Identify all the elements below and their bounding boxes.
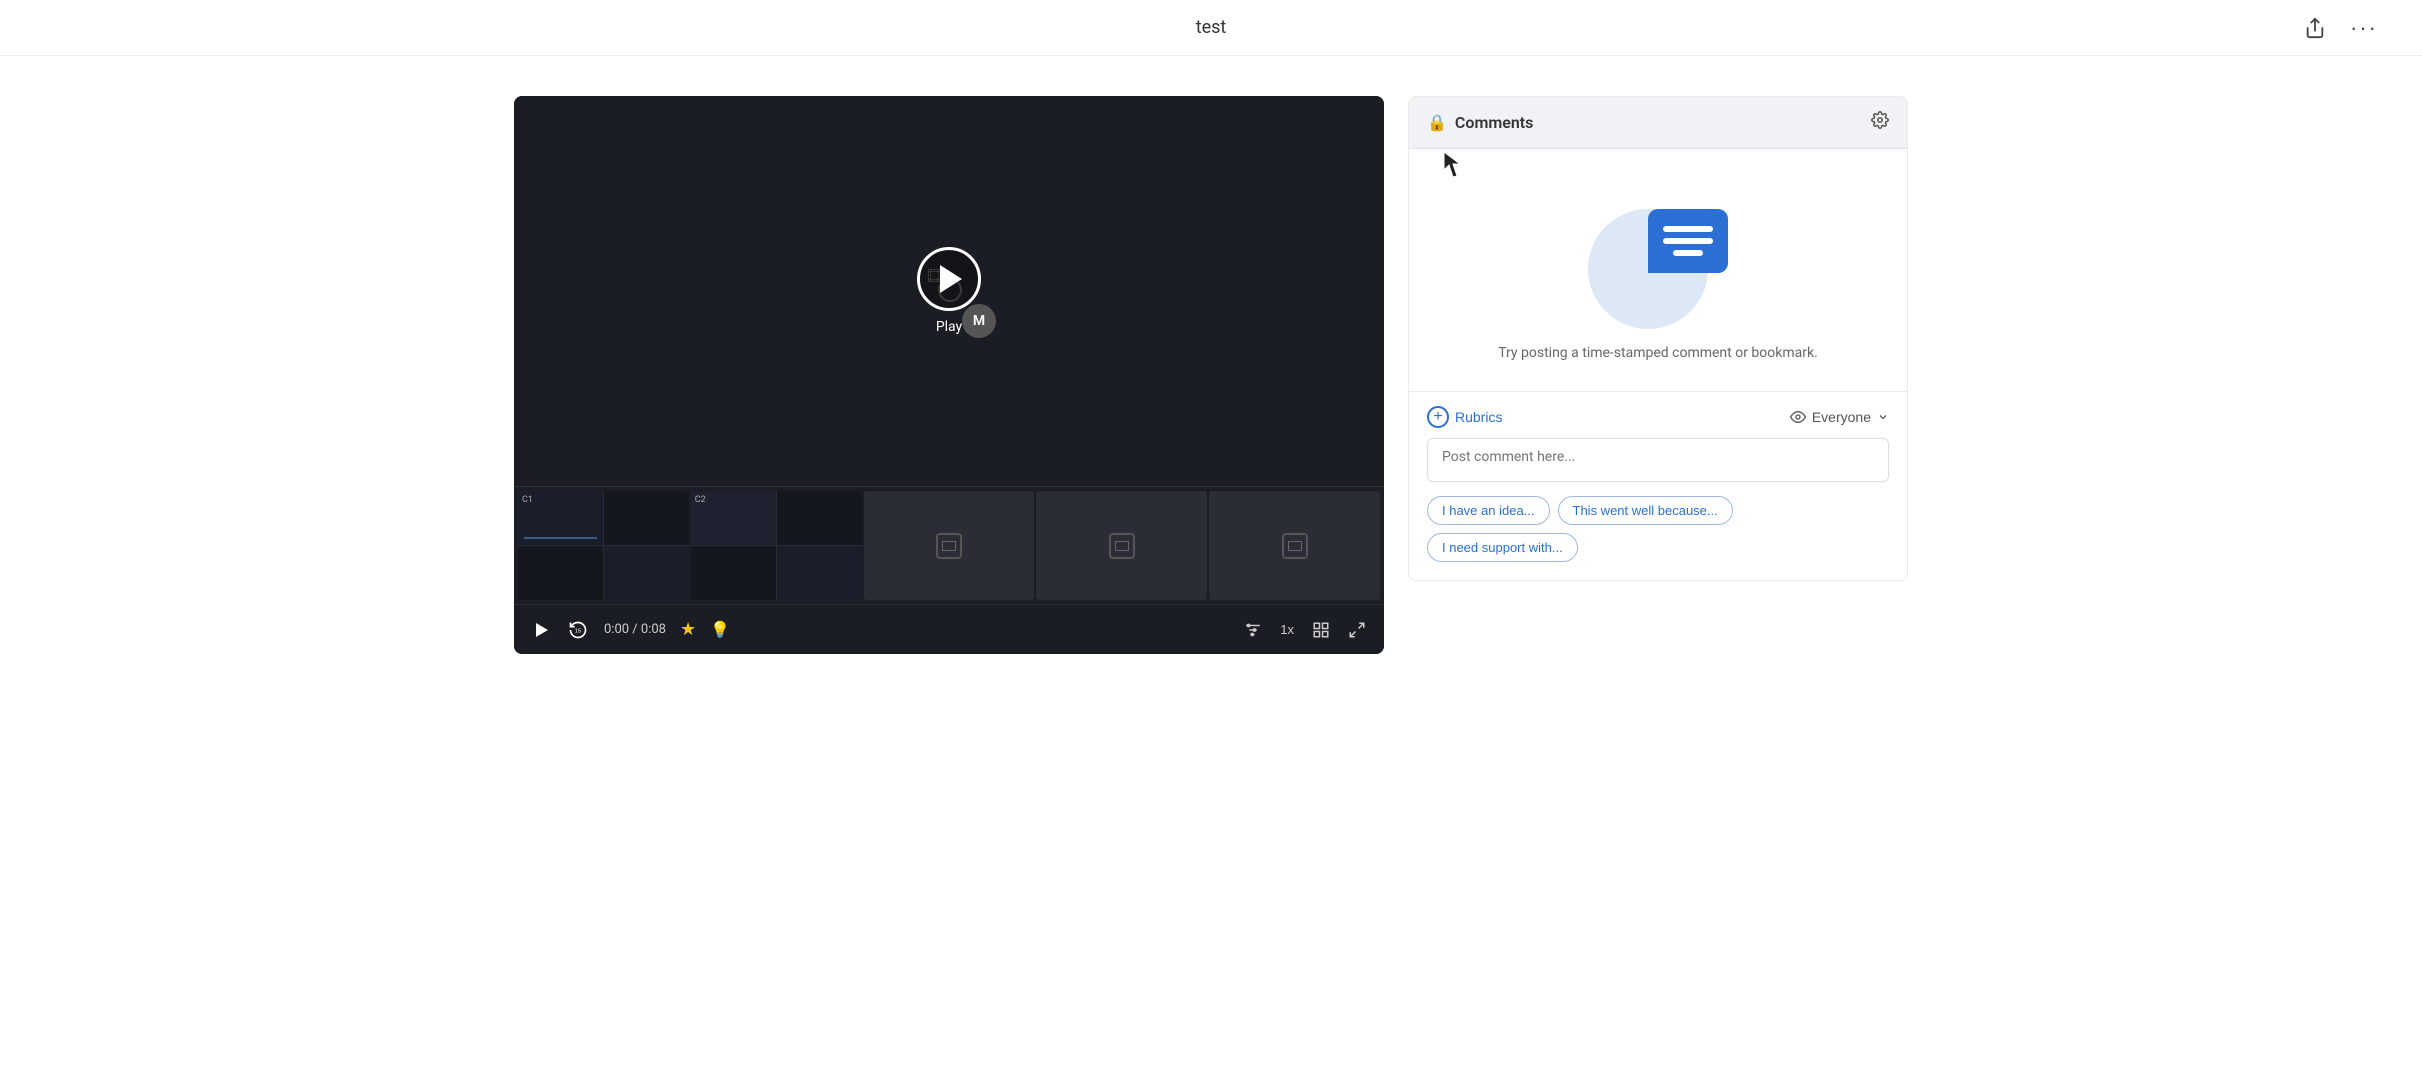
settings-button[interactable] bbox=[1242, 619, 1264, 641]
lock-icon: 🔒 bbox=[1427, 113, 1447, 132]
thumb-cell-2 bbox=[604, 491, 689, 545]
fullscreen-button[interactable] bbox=[1346, 619, 1368, 641]
comments-input-area: + Rubrics Everyone I have an idea... bbox=[1409, 391, 1907, 580]
comments-settings-button[interactable] bbox=[1871, 111, 1889, 134]
thumb-cell-6 bbox=[777, 491, 862, 545]
visibility-button[interactable]: Everyone bbox=[1790, 409, 1889, 425]
page-title: test bbox=[1196, 17, 1227, 38]
comments-title: 🔒 Comments bbox=[1427, 113, 1533, 132]
play-label: Play bbox=[936, 319, 962, 335]
bubble-line-3 bbox=[1673, 250, 1703, 256]
thumb-item-4[interactable] bbox=[1036, 491, 1207, 600]
thumb-cell-3 bbox=[518, 546, 603, 600]
dots-icon: ··· bbox=[2350, 15, 2378, 41]
thumb-grid-1: C1 bbox=[518, 491, 689, 600]
comment-input[interactable] bbox=[1427, 438, 1889, 482]
thumb-item-2[interactable]: C2 bbox=[691, 491, 862, 600]
video-controls: 15 0:00 / 0:08 ★ 💡 1x bbox=[514, 604, 1384, 654]
thumb-cell-5: C2 bbox=[691, 491, 776, 545]
plus-icon: + bbox=[1427, 406, 1449, 428]
quick-support-button[interactable]: I need support with... bbox=[1427, 533, 1578, 562]
comments-toolbar: + Rubrics Everyone bbox=[1427, 406, 1889, 428]
svg-text:15: 15 bbox=[575, 628, 581, 634]
thumb-item-1[interactable]: C1 bbox=[518, 491, 689, 600]
header: test ··· bbox=[0, 0, 2422, 56]
layout-button[interactable] bbox=[1310, 619, 1332, 641]
comments-title-text: Comments bbox=[1455, 113, 1533, 132]
play-triangle-icon bbox=[940, 265, 962, 293]
thumb-cell-4 bbox=[604, 546, 689, 600]
header-actions: ··· bbox=[2300, 11, 2382, 45]
speed-label: 1x bbox=[1280, 622, 1294, 637]
thumb-label-c1: C1 bbox=[522, 495, 533, 505]
thumb-cell-7 bbox=[691, 546, 776, 600]
quick-went-well-button[interactable]: This went well because... bbox=[1558, 496, 1733, 525]
bubble-line-2 bbox=[1663, 238, 1713, 244]
empty-state-text: Try posting a time-stamped comment or bo… bbox=[1498, 345, 1818, 361]
quick-comments: I have an idea... This went well because… bbox=[1427, 496, 1889, 562]
idea-bulb-icon[interactable]: 💡 bbox=[710, 620, 730, 639]
thumb-cell-1: C1 bbox=[518, 491, 603, 545]
visibility-label: Everyone bbox=[1812, 409, 1871, 425]
play-pause-button[interactable] bbox=[530, 619, 552, 641]
time-display: 0:00 / 0:08 bbox=[604, 622, 666, 637]
play-button[interactable] bbox=[917, 247, 981, 311]
thumbnail-strip: C1 C2 bbox=[514, 486, 1384, 604]
thumb-cell-8 bbox=[777, 546, 862, 600]
video-main: M ⬚ ⬚ ⬚ ⬚ bbox=[514, 96, 1384, 486]
more-button[interactable]: ··· bbox=[2346, 11, 2382, 45]
main-content: M ⬚ ⬚ ⬚ ⬚ bbox=[0, 56, 2422, 1080]
speed-button[interactable]: 1x bbox=[1278, 620, 1296, 639]
thumb-item-5[interactable] bbox=[1209, 491, 1380, 600]
thumb-grid-2: C2 bbox=[691, 491, 862, 600]
play-overlay: Play bbox=[917, 247, 981, 335]
video-player: M ⬚ ⬚ ⬚ ⬚ bbox=[514, 96, 1384, 654]
replay-button[interactable]: 15 bbox=[566, 618, 590, 642]
bubble-line-1 bbox=[1663, 226, 1713, 232]
bookmark-star-icon[interactable]: ★ bbox=[680, 619, 696, 640]
comments-panel: 🔒 Comments Try posting a time-stam bbox=[1408, 96, 1908, 581]
comments-header: 🔒 Comments bbox=[1409, 97, 1907, 149]
thumb-item-3[interactable] bbox=[864, 491, 1035, 600]
thumb-label-c2: C2 bbox=[695, 495, 706, 505]
rubrics-label: Rubrics bbox=[1455, 409, 1502, 425]
quick-idea-button[interactable]: I have an idea... bbox=[1427, 496, 1550, 525]
comments-empty-state: Try posting a time-stamped comment or bo… bbox=[1409, 149, 1907, 391]
comment-illustration bbox=[1588, 199, 1728, 329]
share-button[interactable] bbox=[2300, 13, 2330, 43]
rubrics-button[interactable]: + Rubrics bbox=[1427, 406, 1502, 428]
bubble-front bbox=[1648, 209, 1728, 273]
